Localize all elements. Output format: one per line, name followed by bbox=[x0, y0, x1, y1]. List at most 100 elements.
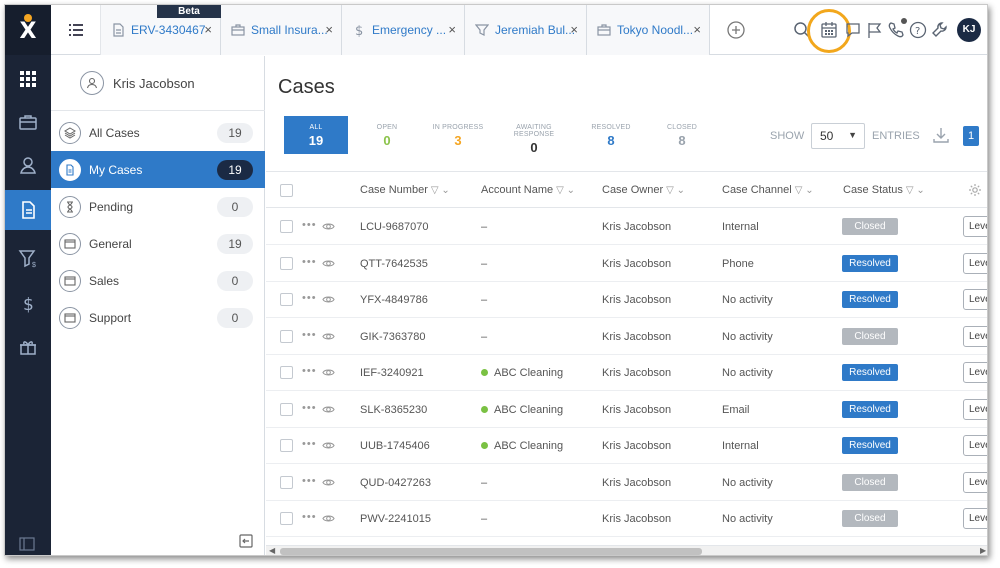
horizontal-scrollbar[interactable]: ◀ ▶ bbox=[266, 545, 987, 555]
eye-icon[interactable] bbox=[322, 403, 335, 416]
eye-icon[interactable] bbox=[322, 476, 335, 489]
table-row[interactable]: ••• IEF-3240921 ABC Cleaning Kris Jacobson N… bbox=[266, 355, 987, 391]
table-row[interactable]: ••• QTT-7642535 – Kris Jacobson Phone Resolve… bbox=[266, 246, 987, 282]
filter-icon[interactable]: ▽ ⌄ bbox=[666, 185, 685, 196]
select-all-checkbox[interactable] bbox=[280, 184, 293, 197]
column-case-owner[interactable]: Case Owner ▽ ⌄ bbox=[602, 184, 685, 196]
eye-icon[interactable] bbox=[322, 293, 335, 306]
level-button[interactable]: Leve bbox=[963, 216, 987, 237]
account-name-cell[interactable]: ABC Cleaning bbox=[481, 440, 563, 452]
filter-icon[interactable]: ▽ ⌄ bbox=[431, 185, 450, 196]
case-number-cell[interactable]: PWV-2241015 bbox=[360, 513, 431, 525]
status-filter-closed[interactable]: CLOSED 8 bbox=[650, 116, 714, 154]
row-checkbox[interactable] bbox=[280, 439, 293, 452]
column-account-name[interactable]: Account Name ▽ ⌄ bbox=[481, 184, 575, 196]
case-number-cell[interactable]: QUD-0427263 bbox=[360, 477, 431, 489]
level-button[interactable]: Leve bbox=[963, 362, 987, 383]
more-options-icon[interactable]: ••• bbox=[302, 256, 317, 268]
table-row[interactable]: ••• GIK-7363780 – Kris Jacobson No activity C… bbox=[266, 319, 987, 355]
briefcase-icon[interactable] bbox=[5, 102, 51, 142]
case-number-cell[interactable]: GIK-7363780 bbox=[360, 331, 425, 343]
more-options-icon[interactable]: ••• bbox=[302, 219, 317, 231]
eye-icon[interactable] bbox=[322, 512, 335, 525]
status-filter-open[interactable]: OPEN 0 bbox=[355, 116, 419, 154]
more-options-icon[interactable]: ••• bbox=[302, 402, 317, 414]
entries-per-page-select[interactable]: 50 ▼ bbox=[811, 123, 865, 149]
expand-panel-icon[interactable] bbox=[19, 537, 35, 551]
more-options-icon[interactable]: ••• bbox=[302, 292, 317, 304]
level-button[interactable]: Leve bbox=[963, 325, 987, 347]
status-filter-all[interactable]: ALL 19 bbox=[284, 116, 348, 154]
level-button[interactable]: Leve bbox=[963, 289, 987, 310]
more-options-icon[interactable]: ••• bbox=[302, 329, 317, 341]
table-row[interactable]: ••• SLK-8365230 ABC Cleaning Kris Jacobson E… bbox=[266, 392, 987, 428]
column-case-status[interactable]: Case Status ▽ ⌄ bbox=[843, 184, 925, 196]
table-row[interactable]: ••• LCU-9687070 – Kris Jacobson Internal Clos… bbox=[266, 209, 987, 245]
table-row[interactable]: ••• UUB-1745406 ABC Cleaning Kris Jacobson I… bbox=[266, 428, 987, 464]
case-number-cell[interactable]: YFX-4849786 bbox=[360, 294, 428, 306]
wrench-icon[interactable] bbox=[931, 21, 949, 39]
level-button[interactable]: Leve bbox=[963, 252, 987, 274]
gift-icon[interactable] bbox=[5, 327, 51, 367]
row-checkbox[interactable] bbox=[280, 512, 293, 525]
filter-icon[interactable]: ▽ ⌄ bbox=[795, 185, 814, 196]
row-checkbox[interactable] bbox=[280, 329, 293, 343]
case-number-cell[interactable]: UUB-1745406 bbox=[360, 440, 430, 452]
case-number-cell[interactable]: IEF-3240921 bbox=[360, 367, 424, 379]
folder-support[interactable]: Support 0 bbox=[51, 299, 265, 336]
eye-icon[interactable] bbox=[322, 439, 335, 452]
tab-close-icon[interactable]: × bbox=[204, 22, 212, 37]
case-number-cell[interactable]: QTT-7642535 bbox=[360, 258, 428, 270]
case-number-cell[interactable]: SLK-8365230 bbox=[360, 404, 427, 416]
dollar-icon[interactable]: $ bbox=[5, 283, 51, 323]
row-checkbox[interactable] bbox=[280, 220, 293, 233]
folder-my-cases[interactable]: My Cases 19 bbox=[51, 151, 265, 188]
tab-small-insurance[interactable]: Small Insura... × bbox=[221, 5, 342, 55]
download-icon[interactable] bbox=[932, 126, 950, 144]
level-button[interactable]: Leve bbox=[963, 508, 987, 529]
add-tab-icon[interactable] bbox=[727, 21, 745, 39]
scroll-right-icon[interactable]: ▶ bbox=[980, 546, 986, 555]
scroll-left-icon[interactable]: ◀ bbox=[269, 546, 275, 555]
page-number-button[interactable]: 1 bbox=[963, 126, 979, 146]
funnel-dollar-icon[interactable]: $ bbox=[5, 238, 51, 278]
tab-jeremiah[interactable]: Jeremiah Bul... × bbox=[465, 5, 587, 55]
case-number-cell[interactable]: LCU-9687070 bbox=[360, 221, 429, 233]
help-icon[interactable]: ? bbox=[909, 21, 927, 39]
app-logo[interactable]: X bbox=[5, 5, 51, 55]
tab-close-icon[interactable]: × bbox=[325, 22, 333, 37]
eye-icon[interactable] bbox=[322, 257, 335, 270]
folder-all-cases[interactable]: All Cases 19 bbox=[51, 114, 265, 151]
table-row[interactable]: ••• YFX-4849786 – Kris Jacobson No activity R… bbox=[266, 282, 987, 318]
tab-emergency[interactable]: $ Emergency ... × bbox=[342, 5, 465, 55]
collapse-panel-icon[interactable] bbox=[239, 534, 253, 548]
tab-close-icon[interactable]: × bbox=[570, 22, 578, 37]
eye-icon[interactable] bbox=[322, 366, 335, 379]
user-avatar[interactable]: KJ bbox=[957, 18, 981, 42]
filter-icon[interactable]: ▽ ⌄ bbox=[906, 185, 925, 196]
status-filter-resolved[interactable]: RESOLVED 8 bbox=[579, 116, 643, 154]
level-button[interactable]: Leve bbox=[963, 435, 987, 456]
row-checkbox[interactable] bbox=[280, 366, 293, 379]
tab-close-icon[interactable]: × bbox=[693, 22, 701, 37]
gear-icon[interactable] bbox=[968, 183, 982, 197]
row-checkbox[interactable] bbox=[280, 256, 293, 270]
eye-icon[interactable] bbox=[322, 220, 335, 233]
eye-icon[interactable] bbox=[322, 330, 335, 343]
chat-icon[interactable] bbox=[844, 21, 862, 39]
scrollbar-thumb[interactable] bbox=[280, 548, 702, 555]
tab-tokyo-noodle[interactable]: Tokyo Noodl... × bbox=[587, 5, 710, 55]
folder-pending[interactable]: Pending 0 bbox=[51, 188, 265, 225]
row-checkbox[interactable] bbox=[280, 475, 293, 489]
more-options-icon[interactable]: ••• bbox=[302, 438, 317, 450]
level-button[interactable]: Leve bbox=[963, 398, 987, 420]
more-options-icon[interactable]: ••• bbox=[302, 475, 317, 487]
filter-icon[interactable]: ▽ ⌄ bbox=[556, 185, 575, 196]
tab-close-icon[interactable]: × bbox=[448, 22, 456, 37]
status-filter-awaiting-response[interactable]: AWAITING RESPONSE 0 bbox=[500, 116, 568, 155]
more-options-icon[interactable]: ••• bbox=[302, 365, 317, 377]
level-button[interactable]: Leve bbox=[963, 471, 987, 493]
row-checkbox[interactable] bbox=[280, 402, 293, 416]
cases-icon[interactable] bbox=[5, 190, 51, 230]
flag-icon[interactable] bbox=[866, 21, 884, 39]
